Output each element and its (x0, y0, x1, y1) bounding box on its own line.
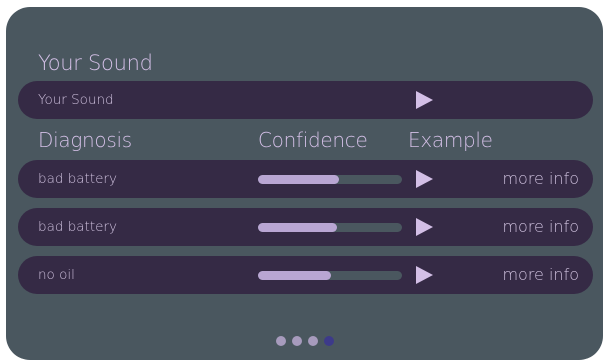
pagination-dot[interactable] (276, 336, 286, 346)
pagination-dot[interactable] (308, 336, 318, 346)
confidence-bar (258, 175, 402, 184)
diagnosis-card: Your Sound Your Sound Diagnosis Confiden… (6, 7, 603, 360)
confidence-bar-fill (258, 175, 339, 184)
play-icon[interactable] (414, 90, 434, 110)
diagnosis-row: bad battery more info (18, 160, 593, 198)
more-info-link[interactable]: more info (502, 160, 579, 198)
diagnosis-row: no oil more info (18, 256, 593, 294)
confidence-bar-fill (258, 271, 332, 280)
your-sound-label: Your Sound (38, 92, 114, 108)
more-info-link[interactable]: more info (502, 256, 579, 294)
pagination-dot[interactable] (292, 336, 302, 346)
diagnosis-label: bad battery (38, 219, 117, 235)
pagination-dot[interactable] (324, 336, 334, 346)
confidence-bar (258, 223, 402, 232)
diagnosis-label: bad battery (38, 171, 117, 187)
your-sound-heading: Your Sound (38, 51, 153, 75)
confidence-bar (258, 271, 402, 280)
play-icon[interactable] (414, 265, 434, 285)
confidence-bar-fill (258, 223, 338, 232)
confidence-column-header: Confidence (258, 128, 368, 152)
play-icon[interactable] (414, 217, 434, 237)
your-sound-row: Your Sound (18, 81, 593, 119)
pagination-dots (276, 336, 334, 346)
diagnosis-column-header: Diagnosis (38, 128, 132, 152)
diagnosis-row: bad battery more info (18, 208, 593, 246)
diagnosis-label: no oil (38, 267, 75, 283)
more-info-link[interactable]: more info (502, 208, 579, 246)
example-column-header: Example (408, 128, 493, 152)
play-icon[interactable] (414, 169, 434, 189)
